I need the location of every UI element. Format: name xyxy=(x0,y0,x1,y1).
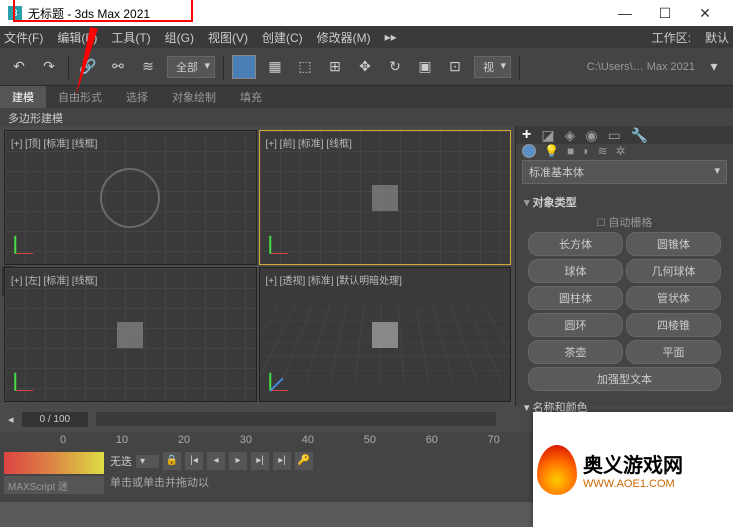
utilities-tab-icon[interactable]: 🔧 xyxy=(631,127,648,144)
geometry-icon[interactable] xyxy=(522,144,536,158)
menu-modifiers[interactable]: 修改器(M) xyxy=(317,29,371,46)
key-mode-icon[interactable]: 🔑 xyxy=(295,452,313,470)
viewport-front-label[interactable]: [+] [前] [标准] [线框] xyxy=(266,135,352,150)
play-start-icon[interactable]: |◂ xyxy=(185,452,203,470)
autogrid-checkbox[interactable]: ☐ 自动栅格 xyxy=(524,214,725,230)
select-name-button[interactable]: ▦ xyxy=(264,56,286,78)
minimize-button[interactable]: — xyxy=(605,0,645,26)
create-tab-icon[interactable]: + xyxy=(522,126,531,144)
torus-button[interactable]: 圆环 xyxy=(528,313,623,337)
plane-button[interactable]: 平面 xyxy=(626,340,721,364)
time-ruler[interactable]: 010203040506070 xyxy=(0,432,560,448)
teapot-button[interactable]: 茶壶 xyxy=(528,340,623,364)
menu-tools[interactable]: 工具(T) xyxy=(111,29,150,46)
play-icon[interactable]: ▸ xyxy=(229,452,247,470)
lights-icon[interactable]: ■ xyxy=(567,144,574,158)
viewport-top[interactable]: [+] [顶] [标准] [线框] xyxy=(4,130,257,265)
undo-button[interactable]: ↶ xyxy=(8,56,30,78)
scale-button[interactable]: ▣ xyxy=(414,56,436,78)
helpers-icon[interactable]: ≋ xyxy=(597,144,607,158)
flame-icon xyxy=(537,445,577,495)
ribbon-panel-label: 多边形建模 xyxy=(0,108,733,126)
display-tab-icon[interactable]: ▭ xyxy=(608,127,621,144)
ref-coord[interactable]: 视 xyxy=(474,56,511,78)
viewport-persp-label[interactable]: [+] [透视] [标准] [默认明暗处理] xyxy=(266,272,402,287)
trackbar-color[interactable] xyxy=(4,452,104,474)
frame-indicator[interactable]: 0 / 100 xyxy=(22,412,89,427)
viewport-left-label[interactable]: [+] [左] [标准] [线框] xyxy=(11,272,97,287)
workspace-selector[interactable]: 默认 xyxy=(705,29,729,46)
menu-create[interactable]: 创建(C) xyxy=(262,29,303,46)
timeline-track[interactable] xyxy=(96,412,496,426)
placement-button[interactable]: ⊡ xyxy=(444,56,466,78)
select-object-button[interactable] xyxy=(232,55,256,79)
textplus-button[interactable]: 加强型文本 xyxy=(528,367,721,391)
command-panel: + ◪ ◈ ◉ ▭ 🔧 💡 ■ ◗ ≋ ✲ 标准基本体 对象类型 ☐ 自动栅格 … xyxy=(515,126,733,406)
tube-button[interactable]: 管状体 xyxy=(626,286,721,310)
play-end-icon[interactable]: ▸| xyxy=(273,452,291,470)
viewport-front[interactable]: [+] [前] [标准] [线框] xyxy=(259,130,512,265)
cone-button[interactable]: 圆锥体 xyxy=(626,232,721,256)
selection-status: 无迭 xyxy=(110,453,132,469)
rotate-button[interactable]: ↻ xyxy=(384,56,406,78)
viewport-top-label[interactable]: [+] [顶] [标准] [线框] xyxy=(11,135,97,150)
tab-objectpaint[interactable]: 对象绘制 xyxy=(160,86,228,108)
path-display: C:\Users\… Max 2021 xyxy=(587,61,695,73)
geosphere-button[interactable]: 几何球体 xyxy=(626,259,721,283)
titlebar: 3 无标题 - 3ds Max 2021 — ☐ ✕ xyxy=(0,0,733,26)
redo-button[interactable]: ↷ xyxy=(38,56,60,78)
sphere-button[interactable]: 球体 xyxy=(528,259,623,283)
path-dropdown-icon[interactable]: ▾ xyxy=(703,56,725,78)
ribbon: 建模 自由形式 选择 对象绘制 填充 xyxy=(0,86,733,108)
move-button[interactable]: ✥ xyxy=(354,56,376,78)
menu-file[interactable]: 文件(F) xyxy=(4,29,43,46)
shapes-icon[interactable]: 💡 xyxy=(544,144,559,158)
pyramid-button[interactable]: 四棱锥 xyxy=(626,313,721,337)
play-next-icon[interactable]: ▸| xyxy=(251,452,269,470)
tab-selection[interactable]: 选择 xyxy=(114,86,160,108)
object-type-header[interactable]: 对象类型 xyxy=(524,194,725,210)
modify-tab-icon[interactable]: ◪ xyxy=(541,127,554,144)
motion-tab-icon[interactable]: ◉ xyxy=(585,127,597,144)
tab-modeling[interactable]: 建模 xyxy=(0,86,46,108)
selection-filter[interactable]: 全部 xyxy=(167,56,215,78)
watermark-name: 奥义游戏网 xyxy=(583,449,683,478)
cameras-icon[interactable]: ◗ xyxy=(582,144,589,158)
unlink-button[interactable]: ⚯ xyxy=(107,56,129,78)
menu-views[interactable]: 视图(V) xyxy=(208,29,248,46)
window-crossing-button[interactable]: ⊞ xyxy=(324,56,346,78)
lock-icon[interactable]: 🔒 xyxy=(163,452,181,470)
spacewarps-icon[interactable]: ✲ xyxy=(616,144,626,158)
selset-combo[interactable]: ▾ xyxy=(136,455,159,468)
workspace-label: 工作区: xyxy=(652,29,691,46)
annotation-highlight xyxy=(13,0,193,22)
viewport-left[interactable]: [+] [左] [标准] [线框] xyxy=(4,267,257,402)
watermark: 奥义游戏网 WWW.AOE1.COM xyxy=(533,412,733,527)
hierarchy-tab-icon[interactable]: ◈ xyxy=(565,127,576,144)
close-button[interactable]: ✕ xyxy=(685,0,725,26)
maximize-button[interactable]: ☐ xyxy=(645,0,685,26)
tab-populate[interactable]: 填充 xyxy=(228,86,274,108)
maxscript-listener[interactable]: MAXScript 迷 xyxy=(4,476,104,494)
viewport-perspective[interactable]: [+] [透视] [标准] [默认明暗处理] xyxy=(259,267,512,402)
bind-button[interactable]: ≋ xyxy=(137,56,159,78)
cylinder-button[interactable]: 圆柱体 xyxy=(528,286,623,310)
viewport-area: ▸ [+] [顶] [标准] [线框] [+] [前] [标准] [线框] [+… xyxy=(0,126,515,406)
menu-more-icon[interactable]: ▸▸ xyxy=(385,30,397,44)
menu-group[interactable]: 组(G) xyxy=(165,29,194,46)
box-button[interactable]: 长方体 xyxy=(528,232,623,256)
main-toolbar: ↶ ↷ 🔗 ⚯ ≋ 全部 ▦ ⬚ ⊞ ✥ ↻ ▣ ⊡ 视 C:\Users\… … xyxy=(0,48,733,86)
menubar: 文件(F) 编辑(E) 工具(T) 组(G) 视图(V) 创建(C) 修改器(M… xyxy=(0,26,733,48)
category-dropdown[interactable]: 标准基本体 xyxy=(522,160,727,184)
watermark-url: WWW.AOE1.COM xyxy=(583,478,683,490)
select-rect-button[interactable]: ⬚ xyxy=(294,56,316,78)
play-prev-icon[interactable]: ◂ xyxy=(207,452,225,470)
